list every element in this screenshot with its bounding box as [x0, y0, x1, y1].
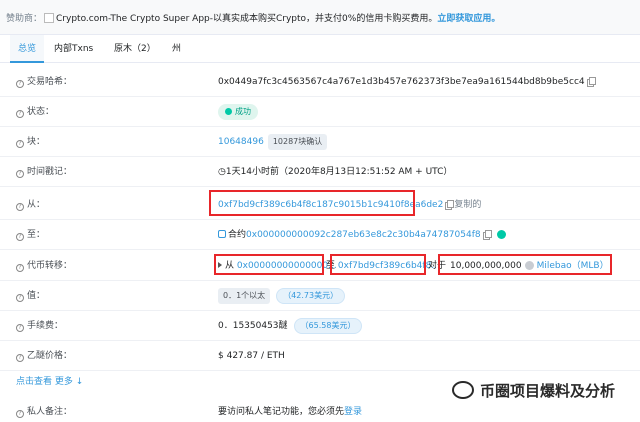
help-icon: ? — [16, 80, 24, 88]
help-icon: ? — [16, 264, 24, 272]
transaction-card: 总览 内部Txns 原木（2） 州 ? 交易哈希： 0x0449a7fc3c456… — [0, 34, 640, 422]
help-icon: ? — [16, 233, 24, 241]
value-usd-badge: （42.73美元） — [276, 288, 346, 304]
fee-usd-badge: （65.58美元） — [293, 318, 363, 334]
contract-icon — [218, 230, 226, 238]
verified-check-icon — [496, 230, 506, 239]
tab-state[interactable]: 州 — [164, 35, 189, 63]
highlight-box-transfer-amount — [438, 254, 612, 275]
block-number-link[interactable]: 10648496 — [218, 137, 264, 147]
value-badge: 0．1个以太 — [218, 288, 271, 304]
label-status: 状态： — [27, 107, 55, 117]
tx-hash-value: 0x0449a7fc3c4563567c4a767e1d3b457e762373… — [218, 77, 585, 87]
row-timestamp: ? 时间戳记： ◷1天14小时前（2020年8月13日12:51:52 AM + … — [0, 157, 640, 187]
tab-bar: 总览 内部Txns 原木（2） 州 — [0, 35, 640, 63]
confirmations-badge: 10287块确认 — [267, 134, 328, 150]
status-badge: 成功 — [218, 104, 258, 120]
watermark: 币圈项目爆料及分析 — [452, 376, 634, 406]
tab-logs[interactable]: 原木（2） — [106, 35, 164, 63]
highlight-box-transfer-from — [214, 254, 324, 275]
row-status: ? 状态： 成功 — [0, 97, 640, 127]
ether-price-value: $ 427.87 / ETH — [218, 351, 285, 361]
sponsor-banner: 赞助商： Crypto.com-The Crypto Super App-以真实成… — [6, 11, 634, 25]
tab-overview[interactable]: 总览 — [10, 35, 45, 63]
row-ether-price: ? 乙醚价格： $ 427.87 / ETH — [0, 341, 640, 371]
wechat-logo-icon — [452, 381, 474, 399]
sponsor-image-icon — [44, 13, 55, 23]
to-address-link[interactable]: 0x000000000092c287eb63e8c2c30b4a74787054… — [246, 230, 481, 240]
label-ether-price: 乙醚价格： — [27, 351, 73, 361]
copied-text: 复制的 — [454, 200, 482, 210]
help-icon: ? — [16, 140, 24, 148]
help-icon: ? — [16, 170, 24, 178]
sponsor-cta-link[interactable]: 立即获取应用。 — [437, 14, 500, 24]
row-fee: ? 手续费： 0．15350453醚 （65.58美元） — [0, 311, 640, 341]
label-to: 至： — [27, 230, 46, 240]
clock-icon: ◷ — [218, 167, 226, 177]
help-icon: ? — [16, 354, 24, 362]
help-icon: ? — [16, 203, 24, 211]
label-block: 块： — [27, 137, 46, 147]
row-tx-hash: ? 交易哈希： 0x0449a7fc3c4563567c4a767e1d3b457… — [0, 67, 640, 97]
fee-value: 0．15350453醚 — [218, 321, 288, 331]
highlight-box-transfer-to — [330, 254, 426, 275]
sponsor-label: 赞助商： — [6, 14, 43, 24]
row-to: ? 至： 合约0x000000000092c287eb63e8c2c30b4a74… — [0, 220, 640, 250]
label-timestamp: 时间戳记： — [27, 167, 73, 177]
help-icon: ? — [16, 410, 24, 418]
timestamp-value: 1天14小时前（2020年8月13日12:51:52 AM + UTC） — [225, 167, 453, 177]
row-block: ? 块： 10648496 10287块确认 — [0, 127, 640, 157]
sponsor-title[interactable]: Crypto.com-The Crypto Super App — [56, 14, 210, 24]
copy-icon[interactable] — [484, 230, 492, 238]
sponsor-text: -以真实成本购买Crypto，并支付0%的信用卡购买费用。 — [209, 14, 438, 24]
tab-internal-txns[interactable]: 内部Txns — [46, 35, 101, 63]
label-tx-hash: 交易哈希： — [27, 77, 73, 87]
check-circle-icon — [225, 108, 232, 115]
see-more-link[interactable]: 点击查看 更多 ↓ — [16, 373, 83, 391]
help-icon: ? — [16, 110, 24, 118]
private-note-text: 要访问私人笔记功能，您必须先 — [218, 407, 345, 417]
row-value: ? 值： 0．1个以太 （42.73美元） — [0, 281, 640, 311]
copy-icon[interactable] — [588, 77, 596, 85]
label-from: 从： — [27, 200, 46, 210]
login-link[interactable]: 登录 — [344, 407, 362, 417]
label-value: 值： — [27, 291, 46, 301]
help-icon: ? — [16, 294, 24, 302]
highlight-box-from — [209, 190, 415, 216]
help-icon: ? — [16, 324, 24, 332]
label-private-note: 私人备注： — [27, 407, 73, 417]
contract-prefix: 合约 — [228, 230, 247, 240]
label-token-transfer: 代币转移： — [27, 261, 73, 271]
label-fee: 手续费： — [27, 321, 64, 331]
